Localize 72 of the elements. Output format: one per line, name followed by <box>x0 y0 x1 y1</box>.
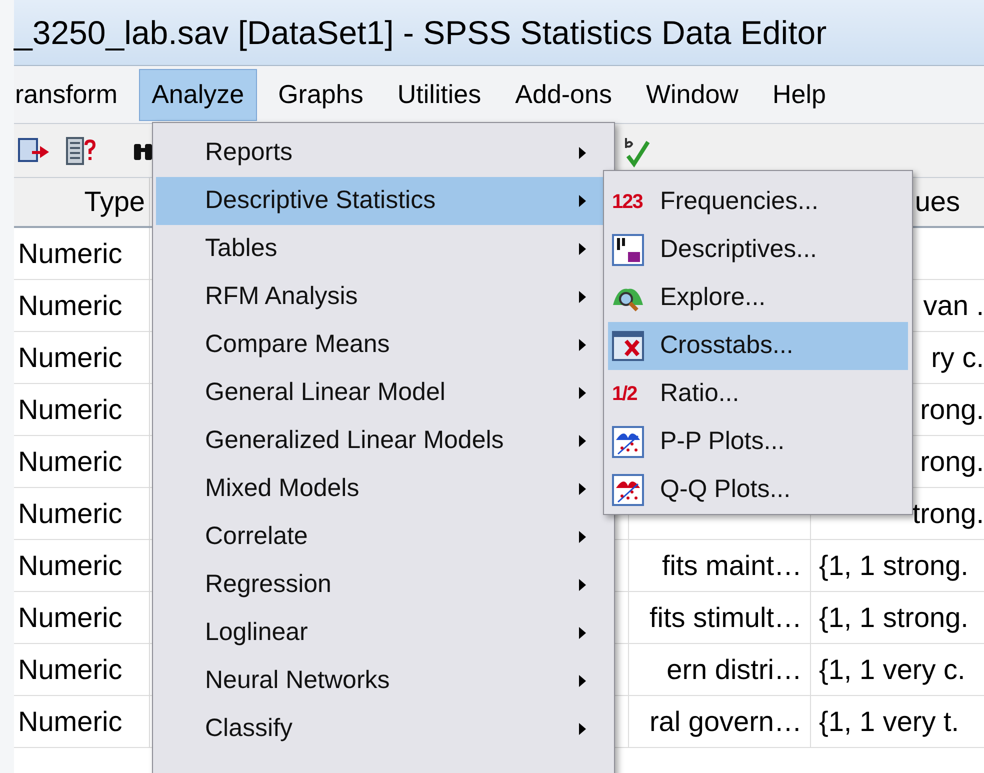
table-cell-text: {1, 1 strong. <box>819 548 968 583</box>
submenu-arrow-icon <box>578 722 587 736</box>
table-cell-text: {1, 1 very c. <box>819 652 966 687</box>
table-cell-text: Numeric <box>18 288 122 322</box>
table-cell-text: Numeric <box>18 600 122 634</box>
menu-entry[interactable]: Compare Means <box>156 321 611 369</box>
menu-entry[interactable]: RFM Analysis <box>156 273 611 321</box>
menu-entry[interactable]: Loglinear <box>156 609 611 657</box>
menu-entry[interactable]: Q-Q Plots... <box>608 466 908 514</box>
submenu-arrow-icon <box>578 626 587 640</box>
menu-entry[interactable]: Crosstabs... <box>608 322 908 370</box>
menu-entry[interactable]: Explore... <box>608 274 908 322</box>
table-cell-text: Numeric <box>18 392 122 426</box>
column-header[interactable]: Type <box>14 178 150 226</box>
table-cell-text: Numeric <box>18 652 122 686</box>
menu-entry[interactable]: Neural Networks <box>156 657 611 705</box>
table-cell-text: rong. <box>920 392 984 427</box>
table-cell-text: {1, 1 strong. <box>819 600 968 635</box>
table-cell-text: fits stimult… <box>650 600 802 634</box>
menu-entry[interactable]: Regression <box>156 561 611 609</box>
menu-entry[interactable]: P-P Plots... <box>608 418 908 466</box>
icon-label: 1/2 <box>612 382 637 407</box>
table-cell-text: Numeric <box>18 704 122 738</box>
table-cell-text: Numeric <box>18 340 122 374</box>
table-cell-text: ern distri… <box>666 652 802 686</box>
menu-entry[interactable]: 123 Frequencies... <box>608 178 908 226</box>
plot-icon <box>612 426 644 458</box>
menu-item[interactable]: Graphs <box>265 68 376 120</box>
menu-item[interactable]: Window <box>632 68 752 120</box>
table-cell-text: trong. <box>912 496 984 531</box>
menu-item[interactable]: Help <box>759 68 839 120</box>
submenu-arrow-icon <box>578 194 587 208</box>
menu-entry[interactable]: Descriptives... <box>608 226 908 274</box>
menu-entry[interactable]: Classify <box>156 705 611 753</box>
plot-icon <box>612 474 644 506</box>
menu-entry[interactable]: General Linear Model <box>156 369 611 417</box>
table-cell-text: Numeric <box>18 496 122 530</box>
table-cell-text: {1, 1 very t. <box>819 704 960 739</box>
table-cell-text: Numeric <box>18 548 122 582</box>
icon-label: 123 <box>612 190 642 215</box>
menu-item[interactable]: Add-ons <box>502 68 625 120</box>
submenu-arrow-icon <box>578 146 587 160</box>
table-icon <box>612 331 644 361</box>
menu-entry[interactable]: Correlate <box>156 513 611 561</box>
table-cell-text: Numeric <box>18 444 122 478</box>
submenu-arrow-icon <box>578 242 587 256</box>
submenu-arrow-icon <box>578 434 587 448</box>
table-cell-text: rong. <box>920 444 984 479</box>
menu-item[interactable]: Utilities <box>384 68 494 120</box>
submenu-arrow-icon <box>578 338 587 352</box>
menu-item[interactable]: ransform <box>14 68 131 120</box>
menu-entry[interactable]: 1/2 Ratio... <box>608 370 908 418</box>
table-cell-text: van . <box>923 288 984 322</box>
table-import-icon[interactable] <box>18 138 50 164</box>
table-cell-text: ry c. <box>931 340 984 375</box>
calculator-help-icon[interactable] <box>66 136 96 164</box>
column-header[interactable]: ues <box>914 181 984 223</box>
submenu-arrow-icon <box>578 290 587 304</box>
menu-entry[interactable]: Reports <box>156 129 611 177</box>
submenu-arrow-icon <box>578 386 587 400</box>
chart-icon <box>612 234 644 266</box>
table-cell-text: fits maint… <box>662 548 802 582</box>
menu-item[interactable]: Analyze <box>138 68 258 120</box>
table-cell-text: ral govern… <box>649 704 802 739</box>
window-title: _3250_lab.sav [DataSet1] - SPSS Statistics Data Editor <box>14 12 827 53</box>
table-cell-text: Numeric <box>18 236 122 270</box>
submenu-arrow-icon <box>578 578 587 592</box>
submenu-arrow-icon <box>578 530 587 544</box>
submenu-arrow-icon <box>578 482 587 496</box>
submenu-arrow-icon <box>578 674 587 688</box>
menu-entry[interactable]: Generalized Linear Models <box>156 417 611 465</box>
menu-entry[interactable]: Mixed Models <box>156 465 611 513</box>
